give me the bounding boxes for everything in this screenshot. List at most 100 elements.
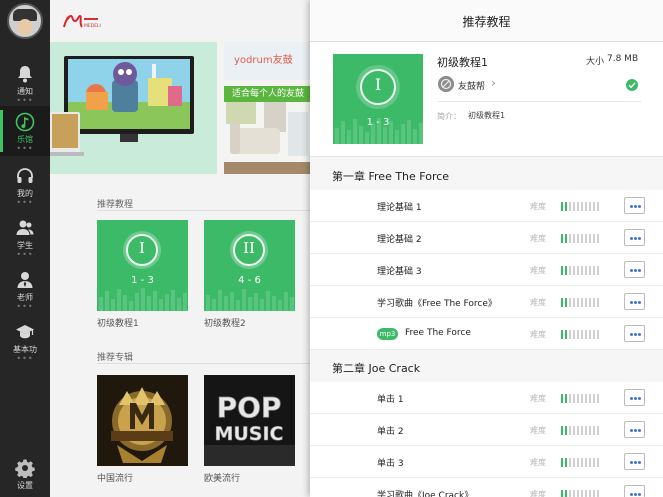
sidebar-item-teachers[interactable]: 老师 •••: [0, 264, 50, 314]
headphones-icon: [17, 168, 33, 183]
more-options-button[interactable]: [624, 485, 645, 497]
music-note-icon: [15, 112, 35, 132]
difficulty-tick: [581, 330, 583, 339]
ellipsis-dot: [638, 397, 641, 400]
sidebar-item-settings[interactable]: 设置: [0, 452, 50, 497]
difficulty-tick: [597, 202, 599, 211]
medeli-logo: MEDELI: [63, 14, 101, 29]
more-dots: •••: [16, 198, 34, 207]
lesson-row[interactable]: 理论基础 1 难度: [310, 190, 663, 222]
album-cover-western-pop[interactable]: POP MUSIC: [204, 375, 295, 466]
lesson-name: 单击 3: [377, 459, 404, 469]
more-options-button[interactable]: [624, 261, 645, 278]
more-options-button[interactable]: [624, 453, 645, 470]
difficulty-tick: [581, 426, 583, 435]
author-avatar[interactable]: [438, 76, 454, 92]
difficulty-meter: [561, 202, 599, 211]
app-root: 通知 ••• 乐馆 ••• 我的 ••• 学生 ••• 老师 ••• 基本功 •…: [0, 0, 663, 497]
difficulty-tick: [573, 426, 575, 435]
difficulty-tick: [561, 458, 563, 467]
album-cover-text: POP: [217, 391, 282, 424]
banner-slogan: 适合每个人的友鼓: [224, 86, 310, 102]
difficulty-tick: [577, 266, 579, 275]
difficulty-tick: [573, 234, 575, 243]
album-label[interactable]: 中国流行: [97, 471, 133, 484]
more-options-button[interactable]: [624, 325, 645, 342]
album-art: POP MUSIC: [204, 375, 295, 466]
lesson-row[interactable]: 理论基础 3 难度: [310, 254, 663, 286]
banner-slide[interactable]: [50, 42, 217, 174]
difficulty-tick: [561, 266, 563, 275]
tutorial-numeral: II: [243, 239, 255, 257]
mp3-badge: mp3: [377, 328, 398, 340]
lesson-name: 学习歌曲《Free The Force》: [377, 299, 497, 309]
difficulty-tick: [573, 298, 575, 307]
difficulty-tick: [593, 458, 595, 467]
tutorial-label[interactable]: 初级教程1: [97, 316, 139, 329]
lesson-row[interactable]: 单击 2 难度: [310, 414, 663, 446]
ellipsis-dot: [630, 429, 633, 432]
lesson-name: 学习歌曲《Joe Crack》: [377, 491, 474, 497]
tutorial-card[interactable]: I 1 - 3: [97, 220, 188, 311]
difficulty-tick: [593, 266, 595, 275]
lesson-row[interactable]: 理论基础 2 难度: [310, 222, 663, 254]
difficulty-tick: [597, 458, 599, 467]
ellipsis-dot: [630, 493, 633, 496]
sidebar-item-mine[interactable]: 我的 •••: [0, 160, 50, 210]
difficulty-meter: [561, 458, 599, 467]
sidebar-item-notifications[interactable]: 通知 •••: [0, 58, 50, 108]
lesson-row[interactable]: 单击 1 难度: [310, 382, 663, 414]
more-options-button[interactable]: [624, 229, 645, 246]
banner-brand: yodrum友鼓: [234, 55, 293, 66]
lesson-row[interactable]: 学习歌曲《Free The Force》 难度: [310, 286, 663, 318]
tutorial-cover: I 1 - 3: [333, 54, 423, 144]
difficulty-tick: [577, 298, 579, 307]
ellipsis-dot: [634, 397, 637, 400]
difficulty-tick: [585, 234, 587, 243]
chevron-right-icon[interactable]: ›: [491, 76, 496, 90]
avatar[interactable]: [7, 3, 43, 39]
sidebar-item-basics[interactable]: 基本功 •••: [0, 316, 50, 366]
difficulty-tick: [589, 490, 591, 497]
ellipsis-dot: [630, 333, 633, 336]
more-options-button[interactable]: [624, 197, 645, 214]
difficulty-tick: [573, 266, 575, 275]
difficulty-tick: [577, 394, 579, 403]
more-dots: •••: [16, 250, 34, 259]
difficulty-tick: [565, 458, 567, 467]
more-options-button[interactable]: [624, 421, 645, 438]
difficulty-tick: [573, 490, 575, 497]
difficulty-label: 难度: [530, 490, 546, 497]
equalizer-decoration: [99, 288, 187, 311]
sidebar: 通知 ••• 乐馆 ••• 我的 ••• 学生 ••• 老师 ••• 基本功 •…: [0, 0, 50, 497]
difficulty-tick: [593, 202, 595, 211]
more-options-button[interactable]: [624, 293, 645, 310]
album-label[interactable]: 欧美流行: [204, 471, 240, 484]
difficulty-tick: [589, 394, 591, 403]
difficulty-tick: [569, 458, 571, 467]
file-size: 7.8 MB: [607, 54, 639, 64]
ellipsis-dot: [638, 493, 641, 496]
more-options-button[interactable]: [624, 389, 645, 406]
ellipsis-dot: [630, 205, 633, 208]
lesson-row[interactable]: 单击 3 难度: [310, 446, 663, 478]
lesson-row[interactable]: mp3 Free The Force 难度: [310, 318, 663, 350]
banner-slide-2[interactable]: yodrum友鼓 适合每个人的友鼓: [224, 42, 310, 174]
difficulty-tick: [577, 490, 579, 497]
difficulty-tick: [593, 490, 595, 497]
tutorial-card[interactable]: II 4 - 6: [204, 220, 295, 311]
lesson-row[interactable]: 学习歌曲《Joe Crack》 难度: [310, 478, 663, 497]
tutorial-name: 初级教程1: [437, 56, 488, 69]
album-cover-chinese-pop[interactable]: [97, 375, 188, 466]
sidebar-item-students[interactable]: 学生 •••: [0, 212, 50, 262]
author-name[interactable]: 友鼓帮: [458, 79, 485, 92]
sidebar-item-music-hall[interactable]: 乐馆 •••: [0, 106, 50, 156]
difficulty-tick: [561, 330, 563, 339]
difficulty-tick: [593, 426, 595, 435]
tutorial-label[interactable]: 初级教程2: [204, 316, 246, 329]
difficulty-label: 难度: [530, 458, 546, 467]
divider: [437, 101, 641, 102]
difficulty-tick: [561, 394, 563, 403]
ellipsis-dot: [638, 237, 641, 240]
chapter-title: 第二章 Joe Crack: [332, 362, 421, 375]
